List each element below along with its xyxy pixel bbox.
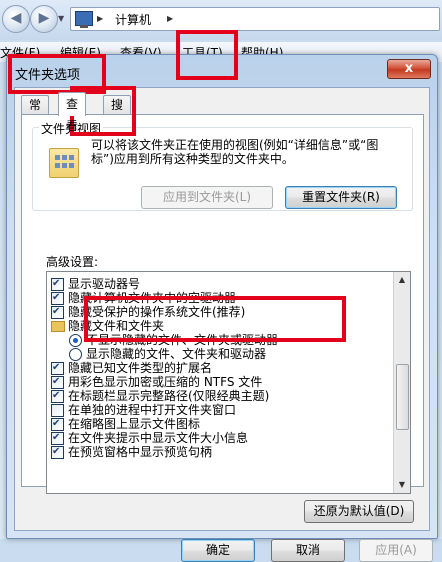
scroll-down-icon[interactable]: ▼ [394,477,410,493]
folder-views-description: 可以将该文件夹正在使用的视图(例如“详细信息”或“图标”)应用到所有这种类型的文… [91,138,379,166]
breadcrumb-arrow-icon[interactable]: ▶ [97,14,103,23]
option-radio[interactable] [69,334,82,347]
breadcrumb-computer[interactable]: 计算机 [115,11,151,28]
folder-options-dialog: 文件夹选项 x 常规 查看 搜索 文件夹视图 可以将该文件夹正在使用的视图(例如… [6,54,438,562]
close-button[interactable]: x [387,59,431,79]
folder-views-group: 文件夹视图 可以将该文件夹正在使用的视图(例如“详细信息”或“图标”)应用到所有… [32,120,413,211]
option-checkbox[interactable] [51,444,64,460]
tab-general[interactable]: 常规 [21,95,50,131]
explorer-address-bar: ◀ ▶ ▼ ▶ 计算机 ▶ [0,0,442,40]
dialog-title: 文件夹选项 [15,68,81,83]
dialog-body: 常规 查看 搜索 文件夹视图 可以将该文件夹正在使用的视图(例如“详细信息”或“… [14,87,433,562]
scroll-up-icon[interactable]: ▲ [394,272,410,288]
restore-defaults-button[interactable]: 还原为默认值(D) [304,500,414,523]
folder-icon [51,321,65,332]
forward-button[interactable]: ▶ [30,5,58,33]
address-field[interactable]: ▶ 计算机 ▶ [70,7,440,31]
option-checkbox[interactable] [51,304,64,320]
history-dropdown-icon[interactable]: ▼ [58,14,64,23]
advanced-settings-label: 高级设置: [46,255,99,269]
tab-view[interactable]: 查看 [58,92,87,133]
folder-view-icon [49,148,79,178]
advanced-settings-list[interactable]: ▲ ▼ 显示驱动器号隐藏计算机文件夹中的空驱动器隐藏受保护的操作系统文件(推荐)… [46,271,411,494]
option-label: 在预览窗格中显示预览句柄 [68,445,213,459]
reset-folders-button[interactable]: 重置文件夹(R) [285,186,397,209]
scrollbar[interactable]: ▲ ▼ [393,272,410,493]
back-button[interactable]: ◀ [2,5,30,33]
view-tab-panel: 文件夹视图 可以将该文件夹正在使用的视图(例如“详细信息”或“图标”)应用到所有… [21,114,424,523]
option-checkbox[interactable] [51,388,64,404]
apply-button[interactable]: 应用(A) [359,539,433,562]
scroll-thumb[interactable] [396,364,409,430]
breadcrumb-arrow-icon[interactable]: ▶ [167,14,173,23]
ok-button[interactable]: 确定 [181,539,255,562]
computer-icon [75,11,93,28]
apply-to-folders-button[interactable]: 应用到文件夹(L) [141,186,273,209]
cancel-button[interactable]: 取消 [271,539,345,562]
tab-search[interactable]: 搜索 [103,95,132,131]
